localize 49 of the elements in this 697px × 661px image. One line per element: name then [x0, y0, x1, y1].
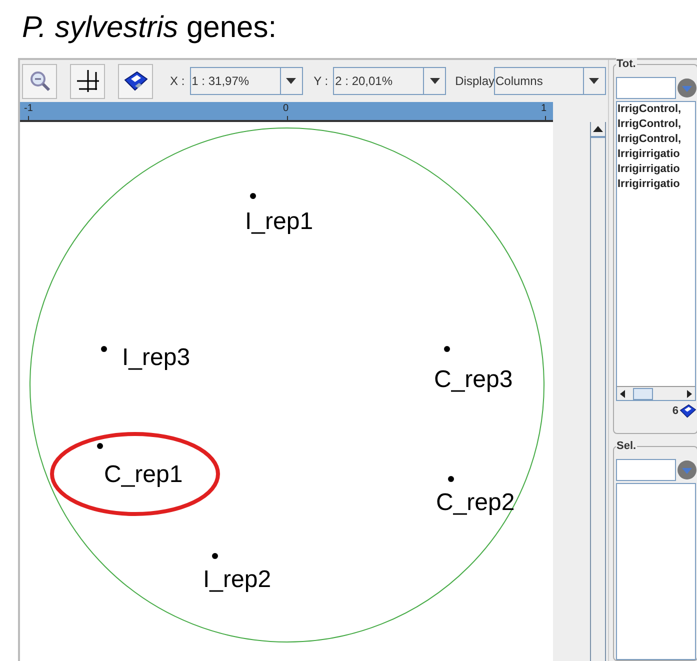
dropdown-icon[interactable] — [676, 78, 696, 98]
panel-title: Tot. — [616, 58, 637, 70]
point-label: I_rep3 — [122, 344, 190, 371]
data-point — [250, 193, 256, 199]
slide-title: P. sylvestris genes: — [22, 11, 277, 44]
search-field[interactable] — [616, 77, 676, 99]
point-label: I_rep1 — [245, 208, 314, 235]
list-item[interactable]: Irrigirrigatio — [618, 147, 694, 162]
data-point — [212, 553, 218, 559]
data-point — [101, 346, 107, 352]
list-item[interactable]: Irrigirrigatio — [618, 177, 694, 192]
y-axis-label: Y : — [314, 73, 328, 90]
scroll-up-icon — [592, 126, 602, 132]
caret-icon — [430, 78, 440, 84]
zoom-out-icon — [28, 70, 50, 92]
vertical-scrollbar[interactable] — [590, 122, 606, 661]
caret-icon — [286, 78, 296, 84]
list-item[interactable]: IrrigControl, — [618, 132, 694, 147]
save-button[interactable] — [118, 64, 153, 98]
tick-label: -1 — [24, 103, 33, 115]
x-axis-dropdown[interactable]: 1 : 31,97% — [190, 67, 303, 95]
point-label: I_rep2 — [203, 566, 272, 593]
crosshair-icon — [76, 69, 100, 93]
x-axis-label: X : — [170, 73, 185, 90]
data-point — [448, 476, 454, 482]
point-label: C_rep2 — [436, 489, 515, 516]
display-dropdown[interactable]: Columns — [494, 67, 606, 95]
data-point — [444, 346, 450, 352]
list-item[interactable]: IrrigControl, — [618, 102, 694, 117]
list-item[interactable]: Irrigirrigatio — [618, 162, 694, 177]
y-axis-dropdown[interactable]: 2 : 20,01% — [333, 67, 446, 95]
point-label: C_rep3 — [434, 366, 513, 393]
tick-label: 1 — [541, 103, 547, 115]
list-box[interactable] — [616, 483, 696, 660]
dropdown-icon[interactable] — [676, 460, 696, 480]
item-count: 6 — [672, 404, 678, 419]
search-field[interactable] — [616, 459, 676, 481]
scroll-right-icon — [686, 390, 692, 398]
zoom-out-button[interactable] — [22, 64, 57, 98]
list-item[interactable]: IrrigControl, — [618, 117, 694, 132]
tick-label: 0 — [283, 103, 289, 115]
pan-button[interactable] — [70, 64, 105, 98]
display-label: Display — [455, 73, 494, 90]
caret-icon — [589, 78, 599, 84]
panel-title: Sel. — [616, 440, 638, 452]
horizontal-scrollbar[interactable] — [616, 386, 694, 400]
scroll-left-icon — [620, 390, 624, 398]
point-label: C_rep1 — [104, 461, 183, 488]
data-point — [97, 443, 103, 449]
